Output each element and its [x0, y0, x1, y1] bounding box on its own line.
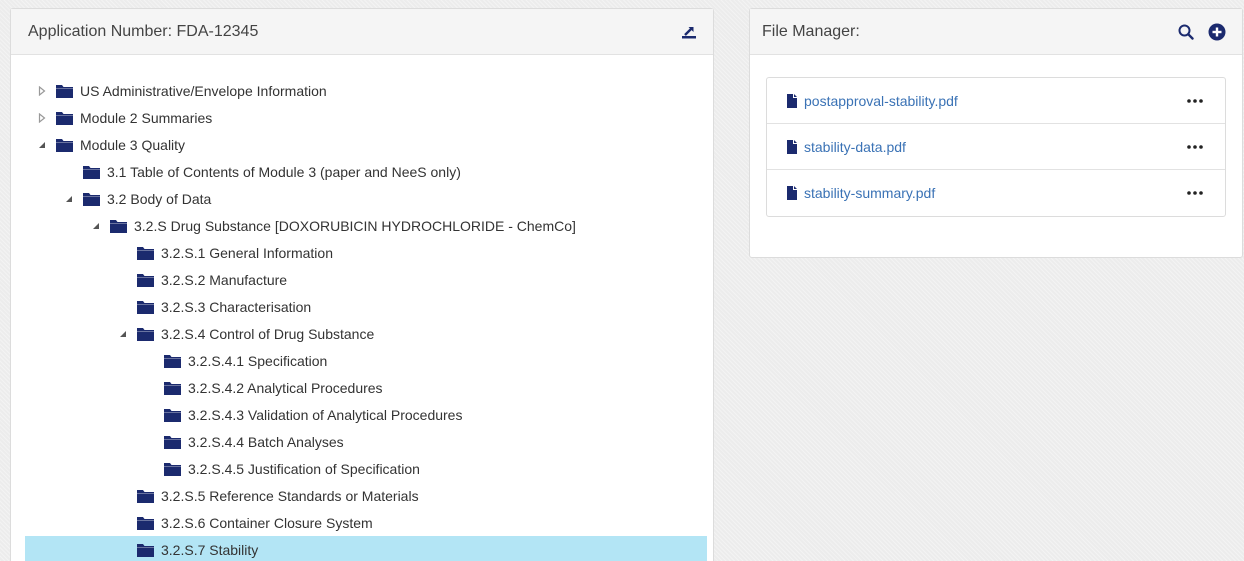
- folder-icon: [56, 111, 73, 125]
- tree-item[interactable]: 3.1 Table of Contents of Module 3 (paper…: [25, 158, 707, 185]
- document-tree: US Administrative/Envelope Information Mo…: [25, 77, 707, 561]
- more-options-icon[interactable]: [1187, 144, 1203, 149]
- file-icon: [787, 139, 797, 154]
- tree-panel-header: Application Number: FDA-12345: [11, 9, 713, 55]
- tree-item-label: 3.1 Table of Contents of Module 3 (paper…: [107, 163, 461, 180]
- file-manager-panel: File Manager: postapproval-stability.pdf…: [749, 8, 1243, 258]
- search-icon[interactable]: [1178, 24, 1194, 40]
- tree-item-label: 3.2.S.4.3 Validation of Analytical Proce…: [188, 406, 463, 423]
- folder-icon: [110, 219, 127, 233]
- export-icon[interactable]: [681, 25, 697, 39]
- folder-icon: [164, 462, 181, 476]
- folder-icon: [56, 84, 73, 98]
- folder-icon: [137, 543, 154, 557]
- tree-item-label: 3.2.S.3 Characterisation: [161, 298, 312, 315]
- tree-item-label: 3.2.S.4.4 Batch Analyses: [188, 433, 344, 450]
- caret-down-icon[interactable]: [64, 194, 74, 204]
- tree-item-label: 3.2.S.2 Manufacture: [161, 271, 288, 288]
- caret-down-icon[interactable]: [37, 140, 47, 150]
- more-options-icon[interactable]: [1187, 191, 1203, 195]
- tree-item-label: 3.2.S.4.1 Specification: [188, 352, 328, 369]
- tree-item[interactable]: 3.2.S.2 Manufacture: [25, 266, 707, 293]
- application-number-title: Application Number: FDA-12345: [28, 22, 259, 40]
- tree-item-label: Module 2 Summaries: [80, 109, 213, 126]
- plus-circle-icon[interactable]: [1208, 23, 1226, 41]
- tree-item[interactable]: US Administrative/Envelope Information: [25, 77, 707, 104]
- tree-item-label: 3.2.S.4.2 Analytical Procedures: [188, 379, 383, 396]
- tree-item-selected[interactable]: 3.2.S.7 Stability: [25, 536, 707, 561]
- file-row: stability-data.pdf: [767, 124, 1225, 170]
- caret-down-icon[interactable]: [91, 221, 101, 231]
- tree-item[interactable]: 3.2.S.4.3 Validation of Analytical Proce…: [25, 401, 707, 428]
- folder-icon: [137, 300, 154, 314]
- file-list: postapproval-stability.pdf stability-data…: [766, 77, 1226, 217]
- file-manager-title: File Manager:: [762, 22, 860, 40]
- tree-item[interactable]: 3.2.S.4.4 Batch Analyses: [25, 428, 707, 455]
- tree-item[interactable]: 3.2.S.4.2 Analytical Procedures: [25, 374, 707, 401]
- tree-item-label: 3.2 Body of Data: [107, 190, 212, 207]
- folder-icon: [164, 354, 181, 368]
- tree-item[interactable]: Module 3 Quality: [25, 131, 707, 158]
- caret-down-icon[interactable]: [118, 329, 128, 339]
- tree-item[interactable]: 3.2.S.4.1 Specification: [25, 347, 707, 374]
- document-tree-panel: Application Number: FDA-12345 US Adminis…: [10, 8, 714, 561]
- folder-icon: [164, 408, 181, 422]
- file-row: postapproval-stability.pdf: [767, 78, 1225, 124]
- caret-right-icon[interactable]: [37, 85, 47, 96]
- tree-item[interactable]: 3.2.S Drug Substance [DOXORUBICIN HYDROC…: [25, 212, 707, 239]
- folder-icon: [137, 273, 154, 287]
- folder-icon: [137, 246, 154, 260]
- tree-item-label: 3.2.S.7 Stability: [161, 541, 259, 558]
- file-name-link[interactable]: stability-data.pdf: [804, 139, 1187, 155]
- tree-item[interactable]: 3.2.S.4.5 Justification of Specification: [25, 455, 707, 482]
- tree-item[interactable]: 3.2.S.3 Characterisation: [25, 293, 707, 320]
- tree-item[interactable]: 3.2 Body of Data: [25, 185, 707, 212]
- tree-item-label: 3.2.S Drug Substance [DOXORUBICIN HYDROC…: [134, 217, 576, 234]
- tree-item-label: 3.2.S.1 General Information: [161, 244, 333, 261]
- folder-icon: [56, 138, 73, 152]
- tree-item[interactable]: 3.2.S.4 Control of Drug Substance: [25, 320, 707, 347]
- tree-item[interactable]: 3.2.S.1 General Information: [25, 239, 707, 266]
- tree-item-label: 3.2.S.4 Control of Drug Substance: [161, 325, 375, 342]
- tree-item-label: 3.2.S.5 Reference Standards or Materials: [161, 487, 419, 504]
- tree-item[interactable]: 3.2.S.5 Reference Standards or Materials: [25, 482, 707, 509]
- file-row: stability-summary.pdf: [767, 170, 1225, 216]
- file-icon: [787, 93, 797, 108]
- caret-right-icon[interactable]: [37, 112, 47, 123]
- tree-item[interactable]: 3.2.S.6 Container Closure System: [25, 509, 707, 536]
- tree-item[interactable]: Module 2 Summaries: [25, 104, 707, 131]
- file-manager-header: File Manager:: [750, 9, 1242, 55]
- folder-icon: [83, 165, 100, 179]
- folder-icon: [164, 435, 181, 449]
- more-options-icon[interactable]: [1187, 98, 1203, 103]
- folder-icon: [137, 516, 154, 530]
- file-icon: [787, 186, 797, 200]
- file-name-link[interactable]: stability-summary.pdf: [804, 185, 1187, 201]
- folder-icon: [164, 381, 181, 395]
- tree-item-label: 3.2.S.4.5 Justification of Specification: [188, 460, 420, 477]
- folder-icon: [83, 192, 100, 206]
- tree-item-label: Module 3 Quality: [80, 136, 186, 153]
- folder-icon: [137, 489, 154, 503]
- tree-item-label: 3.2.S.6 Container Closure System: [161, 514, 373, 531]
- folder-icon: [137, 327, 154, 341]
- file-name-link[interactable]: postapproval-stability.pdf: [804, 93, 1187, 109]
- tree-item-label: US Administrative/Envelope Information: [80, 82, 327, 99]
